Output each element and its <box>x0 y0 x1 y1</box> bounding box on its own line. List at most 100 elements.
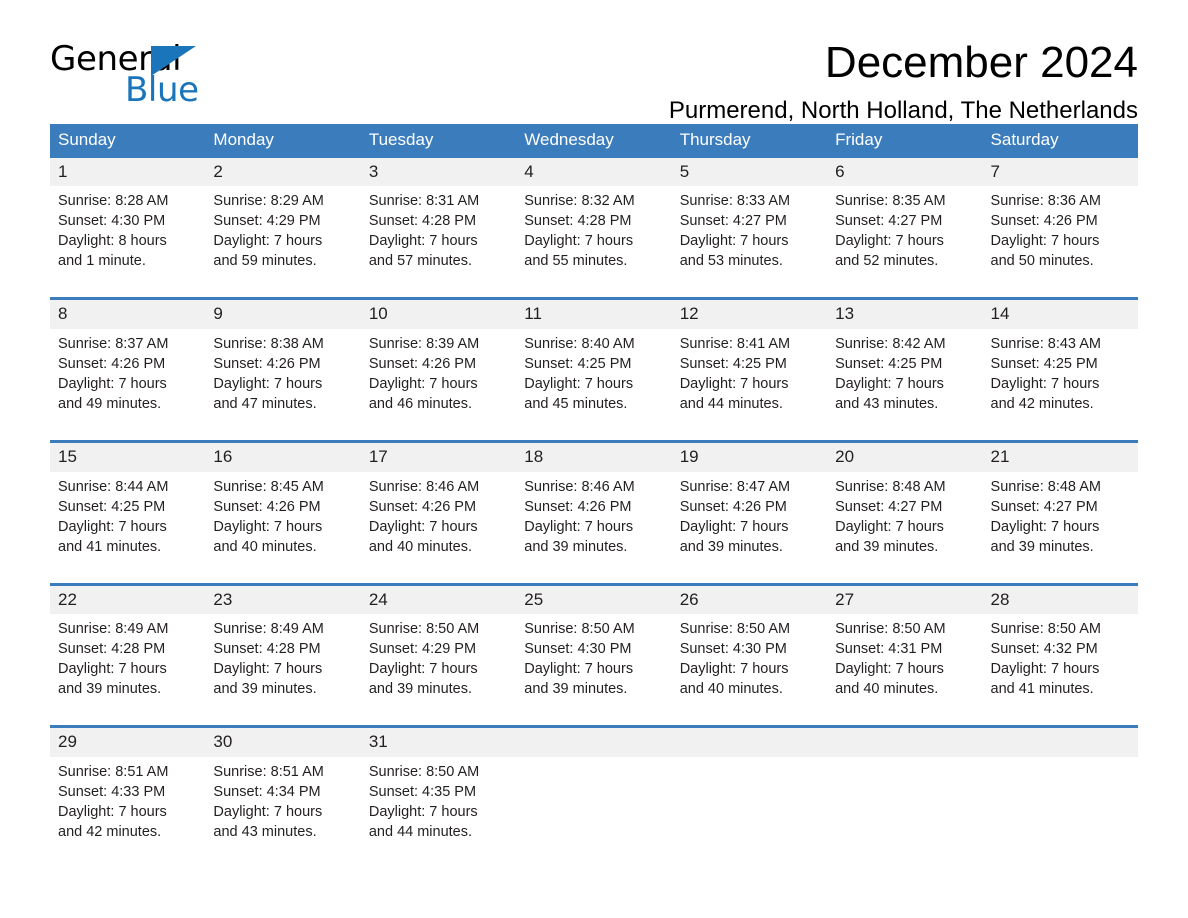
daylight-text-1: Daylight: 7 hours <box>835 233 944 250</box>
day-number: 30 <box>205 725 361 758</box>
weekday-header-friday: Friday <box>827 124 983 158</box>
sunrise-text: Sunrise: 8:46 AM <box>524 478 635 495</box>
day-cell[interactable]: Sunrise: 8:50 AM Sunset: 4:31 PM Dayligh… <box>827 614 983 727</box>
sunset-text: Sunset: 4:31 PM <box>835 641 943 658</box>
day-cell[interactable]: Sunrise: 8:41 AM Sunset: 4:25 PM Dayligh… <box>671 329 828 442</box>
day-cell[interactable]: Sunrise: 8:38 AM Sunset: 4:26 PM Dayligh… <box>205 329 361 442</box>
day-number: 3 <box>360 157 517 187</box>
day-number: 21 <box>982 440 1138 472</box>
daylight-text-2: and 39 minutes. <box>679 538 783 555</box>
day-cell[interactable]: Sunrise: 8:50 AM Sunset: 4:35 PM Dayligh… <box>360 757 517 869</box>
daylight-text-2: and 39 minutes. <box>835 538 939 555</box>
daylight-text-1: Daylight: 7 hours <box>679 661 789 678</box>
sunrise-text: Sunrise: 8:42 AM <box>835 336 946 353</box>
sunset-text: Sunset: 4:26 PM <box>213 498 321 515</box>
week-2-detail-row: Sunrise: 8:37 AM Sunset: 4:26 PM Dayligh… <box>50 329 1138 442</box>
day-cell[interactable]: Sunrise: 8:40 AM Sunset: 4:25 PM Dayligh… <box>516 329 672 442</box>
daylight-text-2: and 39 minutes. <box>368 681 473 698</box>
day-cell[interactable]: Sunrise: 8:32 AM Sunset: 4:28 PM Dayligh… <box>516 186 672 299</box>
weekday-header-tuesday: Tuesday <box>360 124 517 158</box>
daylight-text-1: Daylight: 7 hours <box>524 376 634 393</box>
daylight-text-2: and 52 minutes. <box>835 253 939 270</box>
daylight-text-1: Daylight: 7 hours <box>524 233 634 250</box>
sunset-text: Sunset: 4:26 PM <box>368 356 477 373</box>
day-cell[interactable]: Sunrise: 8:44 AM Sunset: 4:25 PM Dayligh… <box>50 471 206 585</box>
daylight-text-2: and 41 minutes. <box>58 538 162 555</box>
day-cell[interactable]: Sunrise: 8:49 AM Sunset: 4:28 PM Dayligh… <box>205 614 361 727</box>
day-cell[interactable]: Sunrise: 8:51 AM Sunset: 4:33 PM Dayligh… <box>50 757 206 869</box>
sunset-text: Sunset: 4:33 PM <box>58 784 166 801</box>
day-cell[interactable]: Sunrise: 8:35 AM Sunset: 4:27 PM Dayligh… <box>827 186 983 299</box>
daylight-text-2: and 1 minute. <box>58 253 146 270</box>
day-cell[interactable]: Sunrise: 8:39 AM Sunset: 4:26 PM Dayligh… <box>360 329 517 442</box>
day-cell[interactable]: Sunrise: 8:28 AM Sunset: 4:30 PM Dayligh… <box>50 186 206 299</box>
daylight-text-1: Daylight: 7 hours <box>990 518 1100 535</box>
daylight-text-2: and 55 minutes. <box>524 253 628 270</box>
daylight-text-2: and 43 minutes. <box>835 396 939 413</box>
daylight-text-2: and 39 minutes. <box>58 681 162 698</box>
day-cell[interactable]: Sunrise: 8:37 AM Sunset: 4:26 PM Dayligh… <box>50 329 206 442</box>
daylight-text-1: Daylight: 7 hours <box>368 661 478 678</box>
daylight-text-2: and 43 minutes. <box>213 824 317 841</box>
week-3-detail-row: Sunrise: 8:44 AM Sunset: 4:25 PM Dayligh… <box>50 471 1138 585</box>
day-cell[interactable]: Sunrise: 8:45 AM Sunset: 4:26 PM Dayligh… <box>205 471 361 585</box>
sunrise-text: Sunrise: 8:45 AM <box>213 478 324 495</box>
day-cell[interactable]: Sunrise: 8:47 AM Sunset: 4:26 PM Dayligh… <box>671 471 828 585</box>
daylight-text-2: and 41 minutes. <box>990 681 1094 698</box>
page-title: December 2024 <box>824 38 1138 87</box>
day-cell[interactable]: Sunrise: 8:50 AM Sunset: 4:30 PM Dayligh… <box>516 614 672 727</box>
sunrise-text: Sunrise: 8:50 AM <box>524 621 635 638</box>
day-cell[interactable]: Sunrise: 8:49 AM Sunset: 4:28 PM Dayligh… <box>50 614 206 727</box>
sunset-text: Sunset: 4:35 PM <box>368 784 477 801</box>
day-number: 24 <box>360 582 517 615</box>
sunset-text: Sunset: 4:28 PM <box>58 641 166 658</box>
sunset-text: Sunset: 4:26 PM <box>679 498 787 515</box>
day-cell-empty <box>827 757 983 869</box>
daylight-text-1: Daylight: 7 hours <box>368 376 478 393</box>
sunset-text: Sunset: 4:28 PM <box>524 213 632 230</box>
day-cell[interactable]: Sunrise: 8:46 AM Sunset: 4:26 PM Dayligh… <box>516 471 672 585</box>
sunset-text: Sunset: 4:26 PM <box>990 213 1098 230</box>
sunset-text: Sunset: 4:27 PM <box>990 498 1098 515</box>
week-5-detail-row: Sunrise: 8:51 AM Sunset: 4:33 PM Dayligh… <box>50 757 1138 869</box>
sunrise-text: Sunrise: 8:32 AM <box>524 193 635 210</box>
day-cell[interactable]: Sunrise: 8:50 AM Sunset: 4:29 PM Dayligh… <box>360 614 517 727</box>
sunrise-text: Sunrise: 8:31 AM <box>368 193 480 210</box>
day-cell[interactable]: Sunrise: 8:33 AM Sunset: 4:27 PM Dayligh… <box>671 186 828 299</box>
day-cell[interactable]: Sunrise: 8:48 AM Sunset: 4:27 PM Dayligh… <box>827 471 983 585</box>
daylight-text-1: Daylight: 7 hours <box>524 661 634 678</box>
day-cell[interactable]: Sunrise: 8:51 AM Sunset: 4:34 PM Dayligh… <box>205 757 361 869</box>
day-cell[interactable]: Sunrise: 8:43 AM Sunset: 4:25 PM Dayligh… <box>982 329 1138 442</box>
day-number: 13 <box>827 297 983 330</box>
day-cell[interactable]: Sunrise: 8:29 AM Sunset: 4:29 PM Dayligh… <box>205 186 361 299</box>
day-number: 9 <box>205 297 361 330</box>
daylight-text-1: Daylight: 7 hours <box>990 376 1100 393</box>
sunset-text: Sunset: 4:34 PM <box>213 784 321 801</box>
daylight-text-1: Daylight: 7 hours <box>524 518 634 535</box>
sunrise-text: Sunrise: 8:46 AM <box>368 478 480 495</box>
sunrise-text: Sunrise: 8:38 AM <box>213 336 324 353</box>
day-number-empty <box>516 725 672 758</box>
daylight-text-2: and 42 minutes. <box>58 824 162 841</box>
sunrise-text: Sunrise: 8:41 AM <box>679 336 791 353</box>
sunrise-text: Sunrise: 8:43 AM <box>990 336 1101 353</box>
day-cell[interactable]: Sunrise: 8:46 AM Sunset: 4:26 PM Dayligh… <box>360 471 517 585</box>
day-number: 20 <box>827 440 983 472</box>
day-number: 6 <box>827 157 983 187</box>
day-cell[interactable]: Sunrise: 8:31 AM Sunset: 4:28 PM Dayligh… <box>360 186 517 299</box>
day-cell[interactable]: Sunrise: 8:50 AM Sunset: 4:32 PM Dayligh… <box>982 614 1138 727</box>
sunrise-text: Sunrise: 8:51 AM <box>58 764 169 781</box>
day-cell[interactable]: Sunrise: 8:42 AM Sunset: 4:25 PM Dayligh… <box>827 329 983 442</box>
day-number: 27 <box>827 582 983 615</box>
daylight-text-2: and 53 minutes. <box>679 253 783 270</box>
day-number: 10 <box>360 297 517 330</box>
daylight-text-1: Daylight: 7 hours <box>990 233 1100 250</box>
day-cell[interactable]: Sunrise: 8:48 AM Sunset: 4:27 PM Dayligh… <box>982 471 1138 585</box>
location-subtitle: Purmerend, North Holland, The Netherland… <box>668 97 1138 125</box>
logo-text-blue: Blue <box>125 70 199 110</box>
day-cell[interactable]: Sunrise: 8:50 AM Sunset: 4:30 PM Dayligh… <box>671 614 828 727</box>
daylight-text-1: Daylight: 7 hours <box>679 376 789 393</box>
daylight-text-2: and 40 minutes. <box>679 681 783 698</box>
calendar-page: General Blue December 2024 Purmerend, No… <box>0 0 1188 918</box>
day-cell[interactable]: Sunrise: 8:36 AM Sunset: 4:26 PM Dayligh… <box>982 186 1138 299</box>
